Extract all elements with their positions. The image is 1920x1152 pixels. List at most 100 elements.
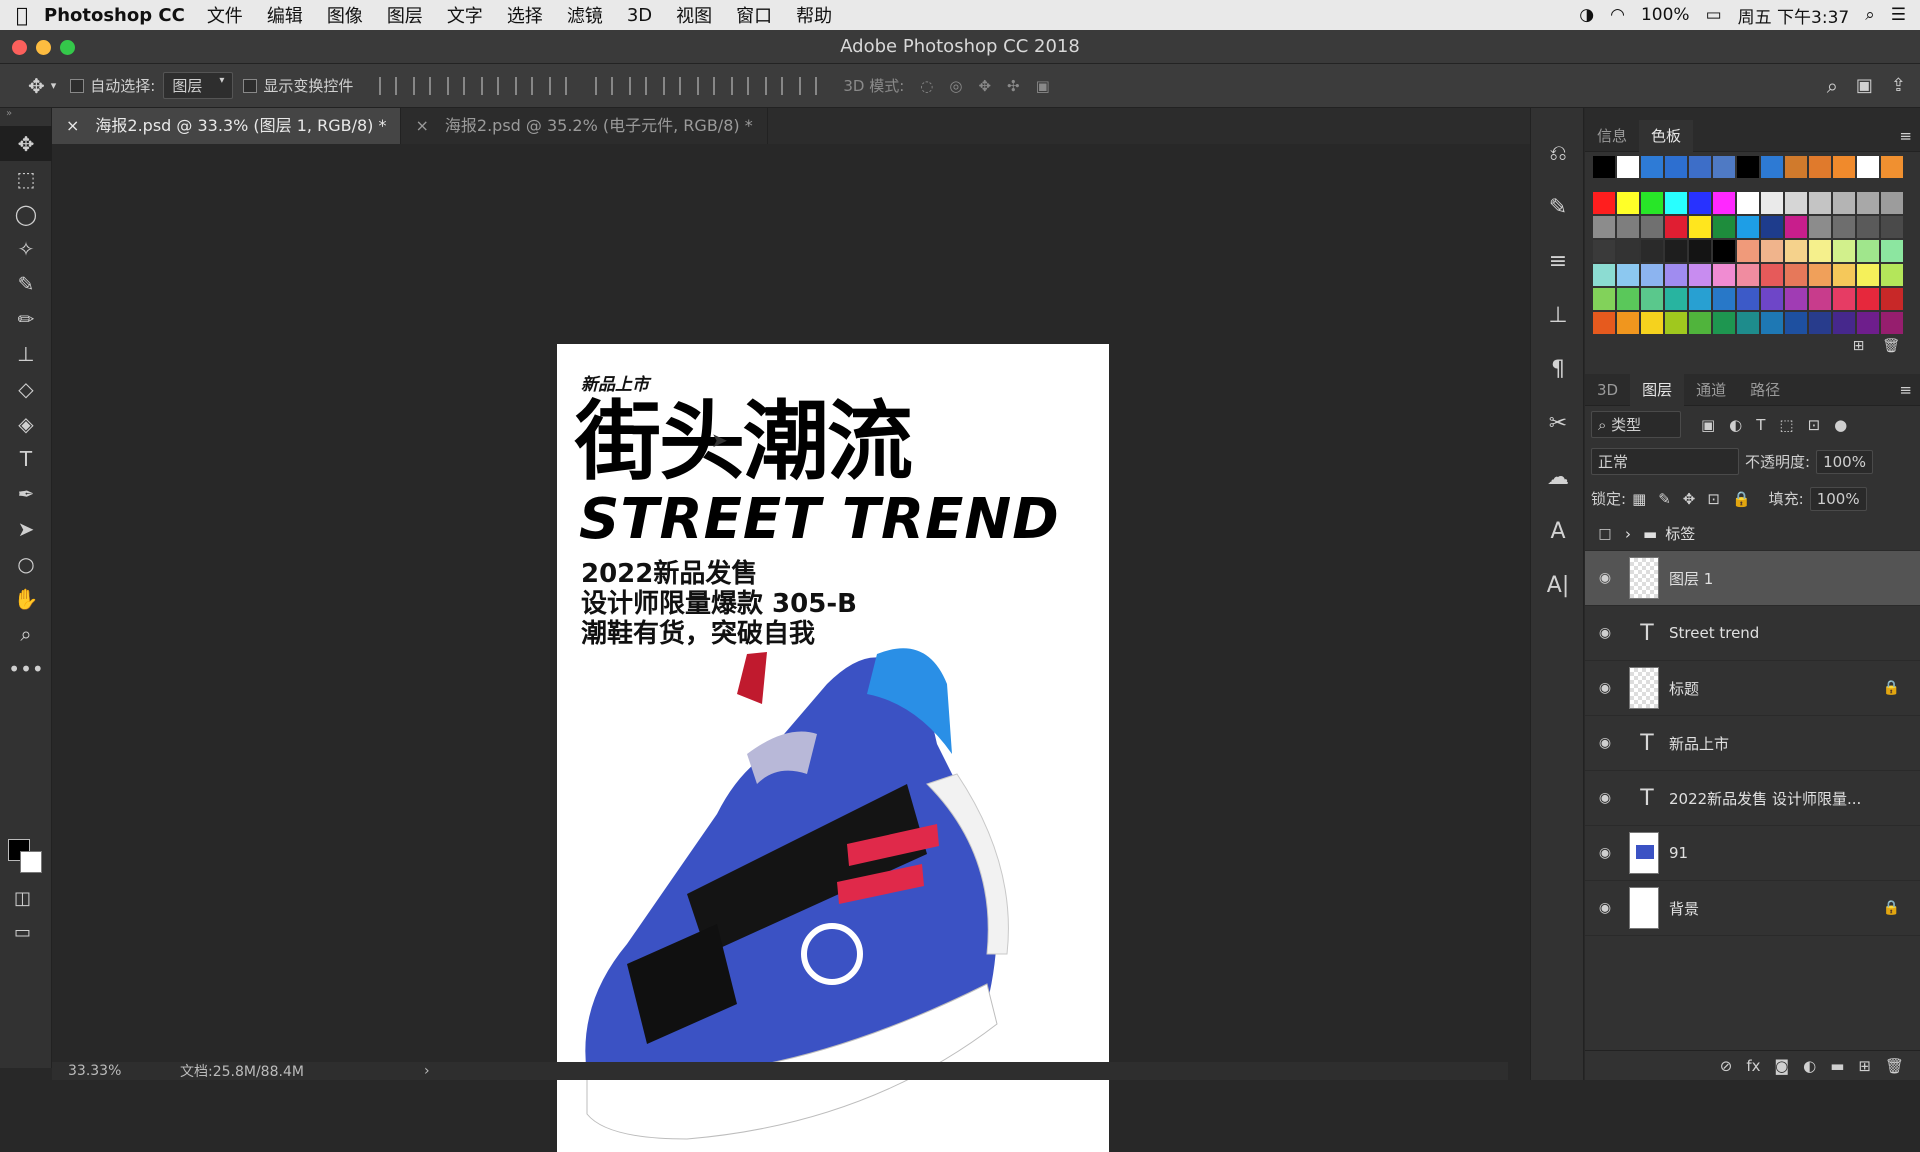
notification-icon[interactable]: ☰ bbox=[1891, 5, 1906, 25]
menu-image[interactable]: 图像 bbox=[327, 2, 363, 28]
brush-settings-icon[interactable]: ✎ bbox=[1531, 180, 1585, 234]
color-swatch[interactable] bbox=[1665, 192, 1687, 214]
tab-swatches[interactable]: 色板 bbox=[1639, 119, 1694, 152]
layer-row[interactable]: ◉ T Street trend bbox=[1585, 606, 1920, 661]
distribute-left-icon[interactable] bbox=[697, 76, 716, 95]
pen-tool[interactable]: ✒ bbox=[0, 476, 52, 511]
align-vcenter-icon[interactable] bbox=[413, 76, 432, 95]
menu-help[interactable]: 帮助 bbox=[796, 2, 832, 28]
color-swatch[interactable] bbox=[1809, 288, 1831, 310]
color-swatch[interactable] bbox=[1761, 216, 1783, 238]
fill-input[interactable]: 100% bbox=[1809, 486, 1867, 511]
color-swatch[interactable] bbox=[1641, 264, 1663, 286]
tab-layers[interactable]: 图层 bbox=[1630, 373, 1685, 406]
move-tool[interactable]: ✥ bbox=[0, 126, 52, 161]
character-icon[interactable]: A bbox=[1531, 504, 1585, 558]
clone-source-icon[interactable]: ⊥ bbox=[1531, 288, 1585, 342]
color-swatch[interactable] bbox=[1617, 216, 1639, 238]
show-transform-checkbox[interactable] bbox=[243, 78, 258, 93]
new-swatch-icon[interactable]: ⊞ bbox=[1853, 338, 1865, 354]
color-swatch[interactable] bbox=[1809, 192, 1831, 214]
color-swatch[interactable] bbox=[1665, 312, 1687, 334]
color-swatch[interactable] bbox=[1593, 156, 1615, 178]
color-swatch[interactable] bbox=[1689, 288, 1711, 310]
distribute-hcenter-icon[interactable] bbox=[731, 76, 750, 95]
color-swatch[interactable] bbox=[1617, 192, 1639, 214]
color-swatch[interactable] bbox=[1881, 216, 1903, 238]
color-swatch[interactable] bbox=[1593, 216, 1615, 238]
magic-wand-tool[interactable]: ✧ bbox=[0, 231, 52, 266]
align-left-icon[interactable] bbox=[481, 76, 500, 95]
fx-icon[interactable]: fx bbox=[1746, 1057, 1760, 1075]
menu-file[interactable]: 文件 bbox=[207, 2, 243, 28]
color-swatch[interactable] bbox=[1881, 156, 1903, 178]
align-hcenter-icon[interactable] bbox=[515, 76, 534, 95]
layer-row[interactable]: ◉ 91 bbox=[1585, 826, 1920, 881]
color-swatch[interactable] bbox=[1665, 288, 1687, 310]
adjustments-icon[interactable]: ≡ bbox=[1531, 234, 1585, 288]
color-swatch[interactable] bbox=[1785, 156, 1807, 178]
color-swatch[interactable] bbox=[1689, 216, 1711, 238]
adjustment-layer-icon[interactable]: ◐ bbox=[1803, 1057, 1816, 1075]
delete-layer-icon[interactable]: 🗑 bbox=[1885, 1057, 1904, 1075]
color-swatch[interactable] bbox=[1713, 288, 1735, 310]
tab-paths[interactable]: 路径 bbox=[1738, 374, 1792, 406]
color-swatch[interactable] bbox=[1665, 264, 1687, 286]
distribute-top-icon[interactable] bbox=[595, 76, 614, 95]
eye-icon[interactable]: ◉ bbox=[1585, 680, 1625, 696]
color-swatch[interactable] bbox=[1737, 312, 1759, 334]
tab-info[interactable]: 信息 bbox=[1585, 120, 1639, 152]
layer-row[interactable]: ◉ 标题 🔒 bbox=[1585, 661, 1920, 716]
eye-icon[interactable]: ◉ bbox=[1585, 625, 1625, 641]
color-swatch[interactable] bbox=[1713, 264, 1735, 286]
auto-align-icon[interactable] bbox=[799, 76, 818, 95]
battery-icon[interactable]: ▭ bbox=[1706, 5, 1722, 25]
zoom-level[interactable]: 33.33% bbox=[68, 1063, 154, 1079]
new-layer-icon[interactable]: ⊞ bbox=[1858, 1057, 1871, 1075]
share-icon[interactable]: ⇪ bbox=[1891, 75, 1906, 96]
color-swatch[interactable] bbox=[1617, 156, 1639, 178]
color-swatch[interactable] bbox=[1857, 264, 1879, 286]
menu-layer[interactable]: 图层 bbox=[387, 2, 423, 28]
path-selection-tool[interactable]: ➤ bbox=[0, 511, 52, 546]
glyphs-icon[interactable]: A| bbox=[1531, 558, 1585, 612]
visibility-toggle-empty[interactable]: □ bbox=[1585, 526, 1625, 542]
document-size[interactable]: 文档:25.8M/88.4M bbox=[180, 1061, 304, 1081]
color-swatch[interactable] bbox=[1833, 156, 1855, 178]
zoom-window-button[interactable] bbox=[60, 40, 75, 55]
distribute-bottom-icon[interactable] bbox=[663, 76, 682, 95]
layer-mask-icon[interactable]: ◙ bbox=[1775, 1057, 1790, 1075]
layer-row[interactable]: □ › ▬ 标签 bbox=[1585, 517, 1920, 551]
tool-presets-icon[interactable]: ✂ bbox=[1531, 396, 1585, 450]
menu-view[interactable]: 视图 bbox=[676, 2, 712, 28]
color-swatch[interactable] bbox=[1881, 192, 1903, 214]
stamp-tool[interactable]: ⊥ bbox=[0, 336, 52, 371]
canvas-area[interactable]: 新品上市 街头潮流 STREET TREND 2022新品发售 设计师限量爆款 … bbox=[52, 144, 1508, 1152]
history-icon[interactable]: ⎌ bbox=[1531, 126, 1585, 180]
color-swatch[interactable] bbox=[1785, 240, 1807, 262]
menu-filter[interactable]: 滤镜 bbox=[567, 2, 603, 28]
color-swatch[interactable] bbox=[1689, 240, 1711, 262]
workspace-icon[interactable]: ▣ bbox=[1856, 75, 1873, 96]
layer-row[interactable]: ◉ 背景 🔒 bbox=[1585, 881, 1920, 936]
color-swatch[interactable] bbox=[1689, 312, 1711, 334]
auto-select-checkbox[interactable] bbox=[70, 78, 85, 93]
color-swatch[interactable] bbox=[1833, 288, 1855, 310]
delete-swatch-icon[interactable]: 🗑 bbox=[1882, 338, 1900, 354]
apple-icon[interactable]:  bbox=[0, 3, 44, 27]
menu-select[interactable]: 选择 bbox=[507, 2, 543, 28]
color-swatch[interactable] bbox=[1737, 264, 1759, 286]
color-swatch[interactable] bbox=[1761, 192, 1783, 214]
color-swatch[interactable] bbox=[1857, 156, 1879, 178]
color-swatch[interactable] bbox=[1857, 192, 1879, 214]
layer-row[interactable]: ◉ T 新品上市 bbox=[1585, 716, 1920, 771]
opacity-input[interactable]: 100% bbox=[1816, 449, 1873, 474]
auto-select-dropdown[interactable]: 图层 ▾ bbox=[163, 72, 234, 99]
color-swatch[interactable] bbox=[1833, 312, 1855, 334]
color-swatch[interactable] bbox=[1881, 312, 1903, 334]
color-swatch[interactable] bbox=[1641, 240, 1663, 262]
color-swatch[interactable] bbox=[1809, 216, 1831, 238]
color-swatch[interactable] bbox=[1857, 288, 1879, 310]
blend-mode-dropdown[interactable]: 正常 bbox=[1591, 448, 1739, 475]
color-swatch[interactable] bbox=[1833, 240, 1855, 262]
